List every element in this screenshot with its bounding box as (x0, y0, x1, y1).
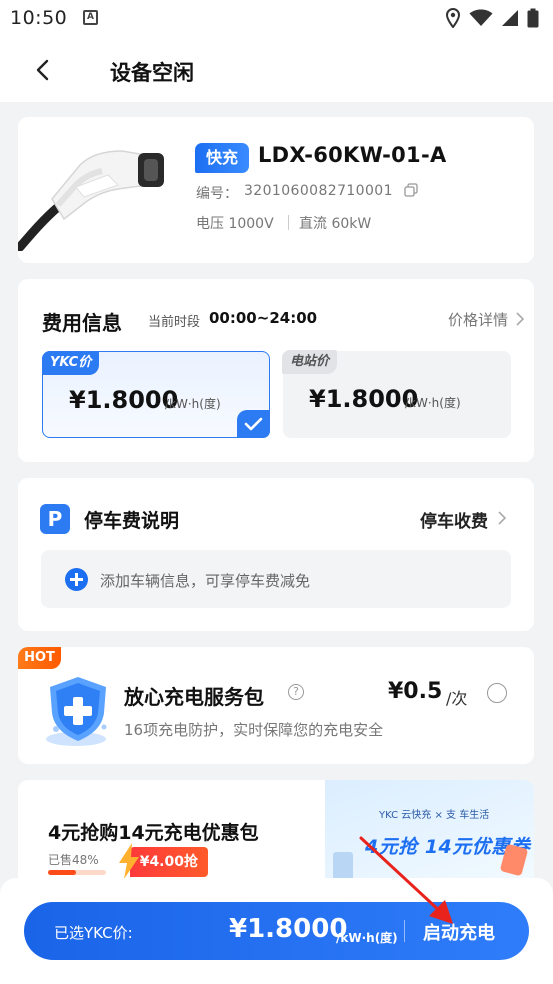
promo-banner-brands: YKC 云快充 × 支 车生活 (379, 810, 490, 821)
service-price-unit: /次 (446, 689, 468, 708)
shield-icon (46, 677, 107, 746)
parking-card: P 停车费说明 停车收费 添加车辆信息，可享停车费减免 (18, 478, 534, 631)
period-value: 00:00~24:00 (209, 309, 318, 327)
hot-badge: HOT (18, 647, 61, 669)
station-price: ¥1.8000 (309, 385, 419, 413)
voltage-text: 电压 1000V (196, 216, 274, 232)
chevron-right-icon[interactable] (514, 312, 526, 326)
fee-title: 费用信息 (42, 311, 122, 335)
fast-charge-badge: 快充 (195, 143, 249, 173)
promo-banner[interactable]: YKC 云快充 × 支 车生活 4元抢 14元优惠券 (325, 780, 534, 890)
station-price-tag: 电站价 (282, 350, 338, 374)
help-icon[interactable]: ? (288, 684, 304, 700)
start-charging-button[interactable]: 已选YKC价: ¥1.8000 /kW·h(度) 启动充电 (24, 902, 529, 960)
service-price: ¥0.5 (388, 679, 443, 704)
period-label: 当前时段 (148, 315, 201, 330)
notification-a-icon: A (83, 10, 98, 25)
signal-icon (502, 10, 518, 26)
lightning-icon (119, 843, 139, 879)
promo-sold-fill (48, 870, 76, 875)
serial-number: 3201060082710001 (244, 183, 393, 199)
service-select-radio[interactable] (487, 683, 507, 703)
service-package-card[interactable]: HOT 放心充电服务包 ? ¥0.5 /次 16项充电防护，实时保障您的充电安全 (18, 647, 534, 764)
promo-buy-button[interactable]: ¥4.00抢 (130, 847, 208, 877)
page-title: 设备空闲 (110, 61, 194, 85)
service-description: 16项充电防护，实时保障您的充电安全 (124, 721, 384, 739)
price-detail-link[interactable]: 价格详情 (448, 309, 508, 330)
station-price-option[interactable]: 电站价 ¥1.8000 /kW·h(度) (282, 350, 511, 438)
charging-plug-image (18, 150, 164, 251)
promo-sold-progress (48, 870, 106, 875)
parking-icon: P (40, 504, 70, 534)
serial-label: 编号： (196, 186, 238, 202)
button-divider (404, 920, 405, 942)
bottom-action-bar: 已选YKC价: ¥1.8000 /kW·h(度) 启动充电 (0, 878, 553, 984)
location-icon (445, 8, 461, 28)
selected-price-unit: /kW·h(度) (336, 931, 398, 945)
selected-check-badge (237, 410, 270, 438)
status-time: 10:50 (10, 7, 68, 29)
add-vehicle-text: 添加车辆信息，可享停车费减免 (100, 572, 311, 590)
power-text: 直流 60kW (299, 216, 372, 232)
nav-bar: 设备空闲 (0, 38, 553, 102)
ykc-price-option[interactable]: YKC价 ¥1.8000 /kW·h(度) (42, 351, 270, 438)
check-icon (244, 417, 263, 431)
promo-card[interactable]: 4元抢购14元充电优惠包 已售48% ¥4.00抢 YKC 云快充 × 支 车生… (18, 780, 534, 890)
start-charging-label: 启动充电 (423, 923, 495, 944)
chevron-right-icon[interactable] (496, 510, 508, 526)
promo-sold-text: 已售48% (48, 853, 99, 867)
spec-divider (288, 215, 289, 230)
device-card: 快充 LDX-60KW-01-A 编号： 3201060082710001 电压… (18, 117, 534, 263)
ykc-price-tag: YKC价 (42, 351, 100, 375)
status-icons (445, 8, 539, 28)
fee-card: 费用信息 当前时段 00:00~24:00 价格详情 YKC价 ¥1.8000 … (18, 279, 534, 462)
station-price-unit: /kW·h(度) (405, 396, 461, 410)
add-circle-icon (65, 568, 88, 591)
parking-title: 停车费说明 (84, 510, 180, 532)
status-bar: 10:50 A (0, 0, 553, 38)
back-chevron-icon[interactable] (30, 56, 58, 84)
parking-fee-type[interactable]: 停车收费 (420, 507, 488, 532)
wifi-icon (469, 9, 493, 26)
device-model: LDX-60KW-01-A (258, 143, 447, 167)
selected-price-label: 已选YKC价: (54, 924, 133, 942)
copy-icon[interactable] (404, 183, 418, 197)
ykc-price-unit: /kW·h(度) (165, 397, 221, 411)
ykc-price: ¥1.8000 (69, 386, 179, 414)
add-vehicle-button[interactable]: 添加车辆信息，可享停车费减免 (41, 550, 511, 608)
promo-title: 4元抢购14元充电优惠包 (48, 822, 259, 844)
selected-price: ¥1.8000 (229, 914, 348, 944)
battery-icon (527, 8, 539, 28)
service-title: 放心充电服务包 (124, 685, 264, 709)
